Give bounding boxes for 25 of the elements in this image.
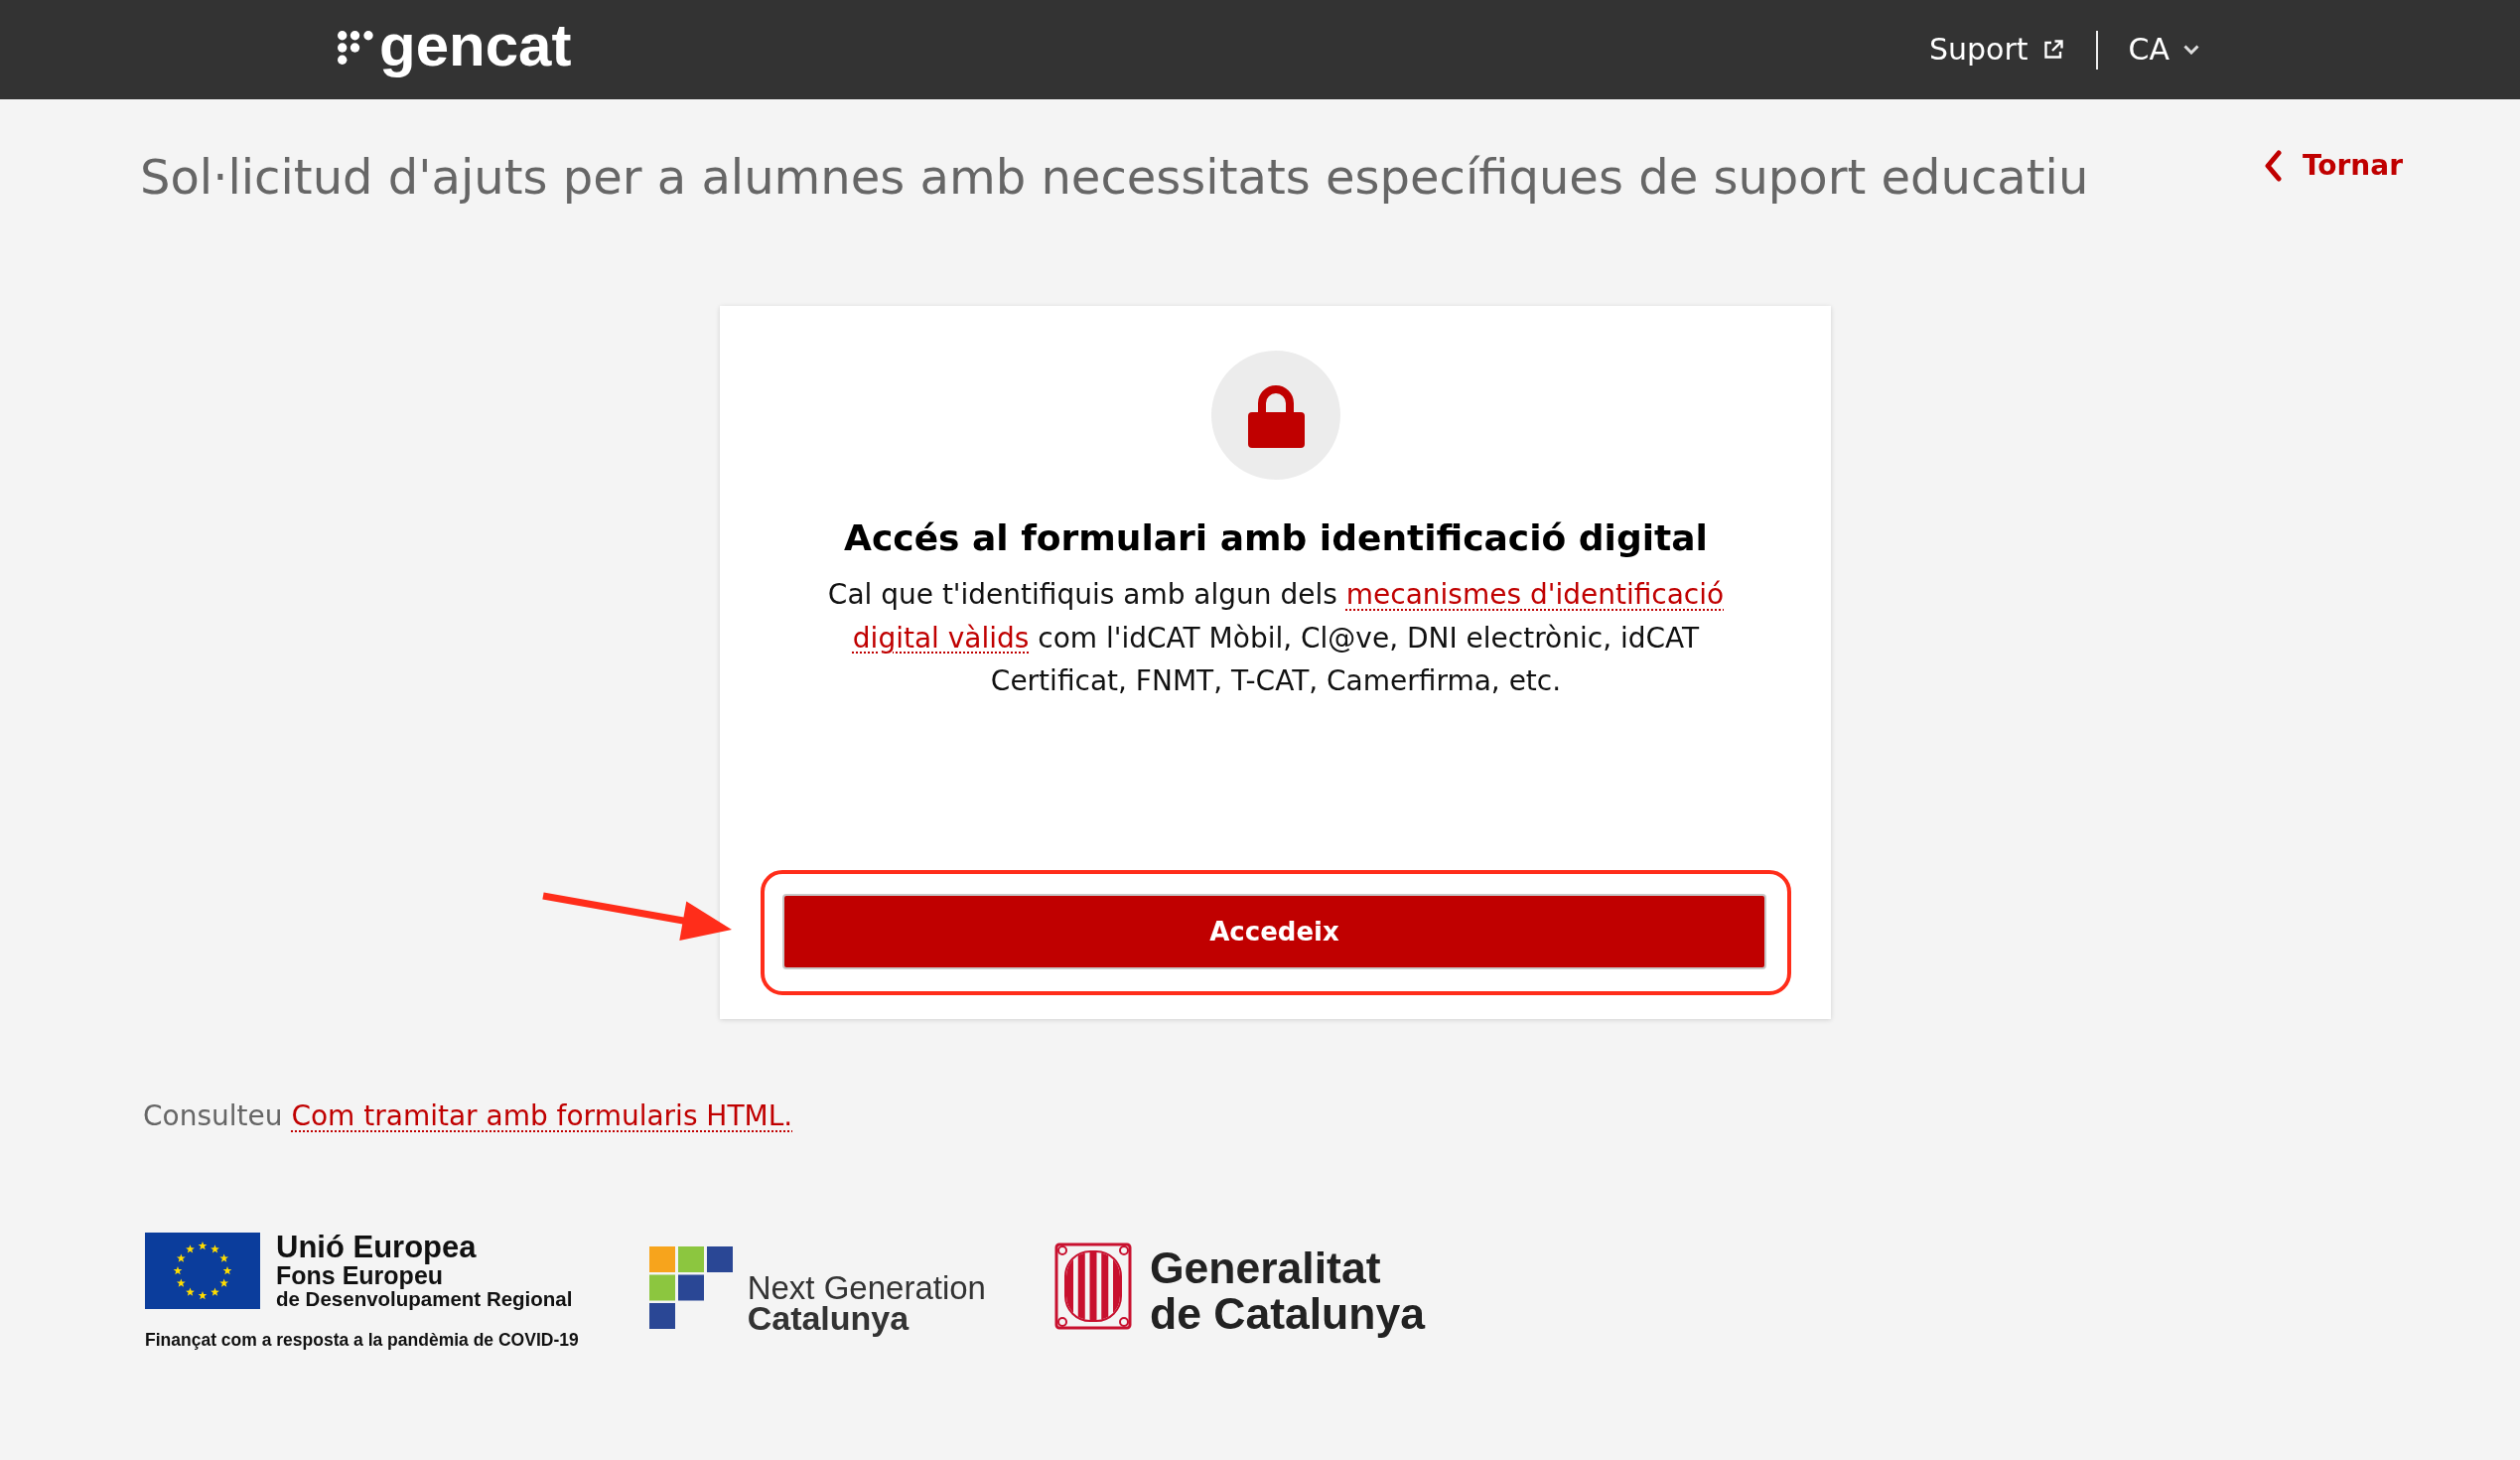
program-name: Next Generation: [747, 1273, 986, 1303]
fund-detail: de Desenvolupament Regional: [276, 1288, 573, 1310]
gencat-logo[interactable]: gencat: [338, 15, 572, 76]
government-region: de Catalunya: [1150, 1291, 1425, 1337]
back-link[interactable]: Tornar: [2262, 149, 2403, 183]
help-link[interactable]: Com tramitar amb formularis HTML.: [291, 1099, 793, 1132]
eu-logo-title: Unió Europea: [276, 1233, 478, 1262]
coat-of-arms-icon: [1054, 1242, 1132, 1330]
help-text: Consulteu Com tramitar amb formularis HTML.: [143, 1098, 793, 1134]
funding-note: Finançat com a resposta a la pandèmia de COVID-19: [145, 1330, 579, 1350]
support-link[interactable]: Suport: [1928, 30, 2064, 70]
card-heading: Accés al formulari amb identificació digital: [844, 516, 1708, 560]
identification-link[interactable]: digital vàlids: [852, 621, 1030, 655]
eu-flag-icon: [145, 1233, 260, 1309]
lock-icon: [1211, 351, 1340, 480]
access-button[interactable]: Accedeix: [782, 894, 1766, 969]
page-title: Sol·licitud d'ajuts per a alumnes amb necessitats específiques de suport educatiu: [140, 148, 2089, 207]
language-selector[interactable]: CA: [2128, 30, 2199, 70]
dots-icon: [338, 31, 373, 65]
identification-text: Cal que t'identifiquis amb algun dels mecanismes d'identificació digital vàlids com l'idCAT Mòbil, Cl@ve, DNI electrònic, idCAT Certificat, FNMT, T-CAT, Camerfirma, etc.: [826, 577, 1726, 699]
chevron-down-icon: [2183, 45, 2199, 55]
government-name: Generalitat: [1150, 1245, 1382, 1291]
squares-logo-icon: [648, 1246, 734, 1329]
external-link-icon: [2041, 39, 2064, 61]
identification-link[interactable]: mecanismes d'identificació: [1345, 578, 1725, 611]
